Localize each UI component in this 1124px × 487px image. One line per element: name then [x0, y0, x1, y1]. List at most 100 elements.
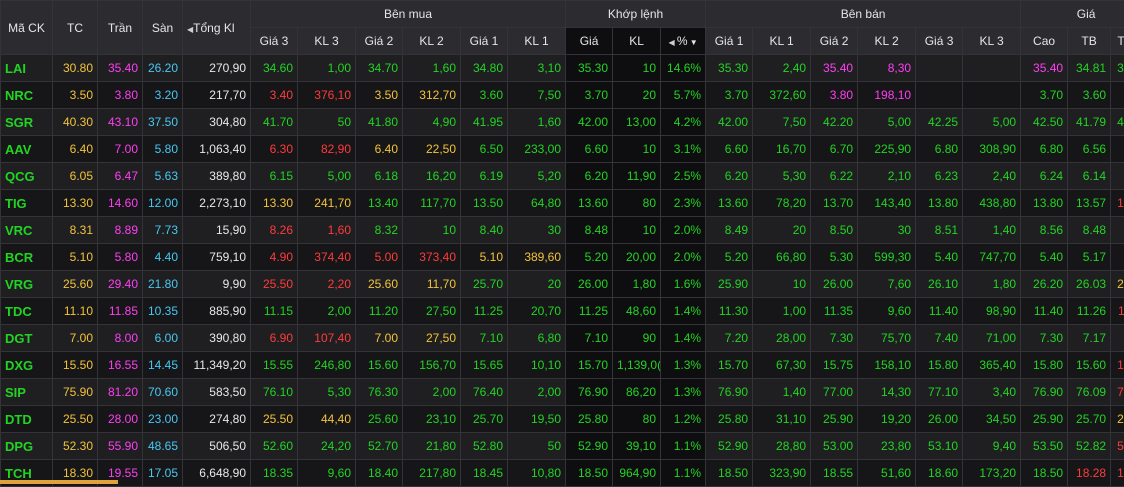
- table-row[interactable]: SIP75.9081.2070.60583,5076.105,3076.302,…: [1, 379, 1124, 406]
- ceiling-price: 14.60: [98, 190, 143, 217]
- buy-price-2: 8.32: [356, 217, 403, 244]
- ref-price: 11.10: [53, 298, 98, 325]
- header-buy-price-1[interactable]: Giá 1: [461, 28, 508, 55]
- stock-symbol[interactable]: LAI: [1, 55, 53, 82]
- header-sell-vol-3[interactable]: KL 3: [963, 28, 1021, 55]
- stock-symbol[interactable]: DXG: [1, 352, 53, 379]
- header-match-pct[interactable]: ◀ % ▼: [661, 28, 706, 55]
- table-row[interactable]: TCH18.3019.5517.056,648,9018.359,6018.40…: [1, 460, 1124, 487]
- table-row[interactable]: QCG6.056.475.63389,806.155,006.1816,206.…: [1, 163, 1124, 190]
- header-sell-price-1[interactable]: Giá 1: [706, 28, 753, 55]
- header-match-vol[interactable]: KL: [613, 28, 661, 55]
- ref-price: 30.80: [53, 55, 98, 82]
- low-price: 41.15: [1111, 109, 1124, 136]
- buy-vol-1: 3,10: [508, 55, 566, 82]
- buy-vol-1: 7,50: [508, 82, 566, 109]
- sell-vol-3: 1,80: [963, 271, 1021, 298]
- stock-symbol[interactable]: QCG: [1, 163, 53, 190]
- table-row[interactable]: TIG13.3014.6012.002,273,1013.30241,7013.…: [1, 190, 1124, 217]
- low-price: 31.00: [1111, 55, 1124, 82]
- sort-icon[interactable]: ▼: [688, 38, 698, 47]
- header-buy-vol-2[interactable]: KL 2: [403, 28, 461, 55]
- table-row[interactable]: SGR40.3043.1037.50304,8041.705041.804,90…: [1, 109, 1124, 136]
- header-sell-price-2[interactable]: Giá 2: [811, 28, 858, 55]
- sell-price-2: 18.55: [811, 460, 858, 487]
- table-row[interactable]: LAI30.8035.4026.20270,9034.601,0034.701,…: [1, 55, 1124, 82]
- avg-price: 13.57: [1068, 190, 1111, 217]
- low-price: 25.60: [1111, 271, 1124, 298]
- stock-symbol[interactable]: DPG: [1, 433, 53, 460]
- buy-price-1: 6.50: [461, 136, 508, 163]
- header-low[interactable]: Thấp: [1111, 28, 1124, 55]
- table-row[interactable]: VRC8.318.897.7315,908.261,608.32108.4030…: [1, 217, 1124, 244]
- buy-price-1: 76.40: [461, 379, 508, 406]
- high-price: 6.24: [1021, 163, 1068, 190]
- low-price: 6.07: [1111, 163, 1124, 190]
- header-ceiling[interactable]: Trần: [98, 1, 143, 55]
- table-row[interactable]: DXG15.5016.5514.4511,349,2015.55246,8015…: [1, 352, 1124, 379]
- header-sell-vol-1[interactable]: KL 1: [753, 28, 811, 55]
- stock-symbol[interactable]: AAV: [1, 136, 53, 163]
- sell-price-3: 15.80: [916, 352, 963, 379]
- header-sell-vol-2[interactable]: KL 2: [858, 28, 916, 55]
- sell-vol-2: 7,60: [858, 271, 916, 298]
- header-buy-vol-3[interactable]: KL 3: [298, 28, 356, 55]
- sell-vol-2: 599,30: [858, 244, 916, 271]
- header-symbol[interactable]: Mã CK: [1, 1, 53, 55]
- table-row[interactable]: DPG52.3055.9048.65506,5052.6024,2052.702…: [1, 433, 1124, 460]
- table-row[interactable]: NRC3.503.803.20217,703.40376,103.50312,7…: [1, 82, 1124, 109]
- caret-left-icon: ◀: [668, 38, 676, 47]
- table-row[interactable]: DTD25.5028.0023.00274,8025.5044,4025.602…: [1, 406, 1124, 433]
- floor-price: 14.45: [143, 352, 183, 379]
- header-high[interactable]: Cao: [1021, 28, 1068, 55]
- match-vol: 11,90: [613, 163, 661, 190]
- buy-vol-2: 16,20: [403, 163, 461, 190]
- buy-vol-1: 10,80: [508, 460, 566, 487]
- stock-symbol[interactable]: NRC: [1, 82, 53, 109]
- avg-price: 7.17: [1068, 325, 1111, 352]
- header-floor[interactable]: Sàn: [143, 1, 183, 55]
- header-total-volume[interactable]: ◀Tổng Kl: [183, 1, 251, 55]
- header-avg[interactable]: TB: [1068, 28, 1111, 55]
- avg-price: 18.28: [1068, 460, 1111, 487]
- match-vol: 48,60: [613, 298, 661, 325]
- horizontal-scrollbar[interactable]: [0, 480, 118, 484]
- stock-symbol[interactable]: DTD: [1, 406, 53, 433]
- stock-symbol[interactable]: DGT: [1, 325, 53, 352]
- high-price: 6.80: [1021, 136, 1068, 163]
- floor-price: 5.80: [143, 136, 183, 163]
- table-row[interactable]: BCR5.105.804.40759,104.90374,405.00373,4…: [1, 244, 1124, 271]
- floor-price: 4.40: [143, 244, 183, 271]
- stock-symbol[interactable]: VRG: [1, 271, 53, 298]
- table-row[interactable]: VRG25.6029.4021.809,9025.502,2025.6011,7…: [1, 271, 1124, 298]
- stock-symbol[interactable]: VRC: [1, 217, 53, 244]
- table-row[interactable]: TDC11.1011.8510.35885,9011.152,0011.2027…: [1, 298, 1124, 325]
- buy-price-3: 34.60: [251, 55, 298, 82]
- buy-price-3: 3.40: [251, 82, 298, 109]
- header-sell-price-3[interactable]: Giá 3: [916, 28, 963, 55]
- high-price: 53.50: [1021, 433, 1068, 460]
- match-vol: 80: [613, 406, 661, 433]
- sell-price-2: 6.22: [811, 163, 858, 190]
- buy-vol-3: 241,70: [298, 190, 356, 217]
- high-price: 3.70: [1021, 82, 1068, 109]
- header-buy-price-3[interactable]: Giá 3: [251, 28, 298, 55]
- sell-vol-1: 20: [753, 217, 811, 244]
- stock-symbol[interactable]: TIG: [1, 190, 53, 217]
- stock-symbol[interactable]: TDC: [1, 298, 53, 325]
- stock-symbol[interactable]: BCR: [1, 244, 53, 271]
- stock-symbol[interactable]: SIP: [1, 379, 53, 406]
- match-pct: 1.3%: [661, 352, 706, 379]
- table-row[interactable]: AAV6.407.005.801,063,406.3082,906.4022,5…: [1, 136, 1124, 163]
- sell-vol-3: 1,40: [963, 217, 1021, 244]
- low-price: 52.00: [1111, 433, 1124, 460]
- match-vol: 86,20: [613, 379, 661, 406]
- table-row[interactable]: DGT7.008.006.00390,806.90107,407.0027,50…: [1, 325, 1124, 352]
- header-match-price[interactable]: Giá: [566, 28, 613, 55]
- header-buy-price-2[interactable]: Giá 2: [356, 28, 403, 55]
- buy-price-2: 6.18: [356, 163, 403, 190]
- stock-symbol[interactable]: SGR: [1, 109, 53, 136]
- buy-vol-3: 2,00: [298, 298, 356, 325]
- header-buy-vol-1[interactable]: KL 1: [508, 28, 566, 55]
- header-ref[interactable]: TC: [53, 1, 98, 55]
